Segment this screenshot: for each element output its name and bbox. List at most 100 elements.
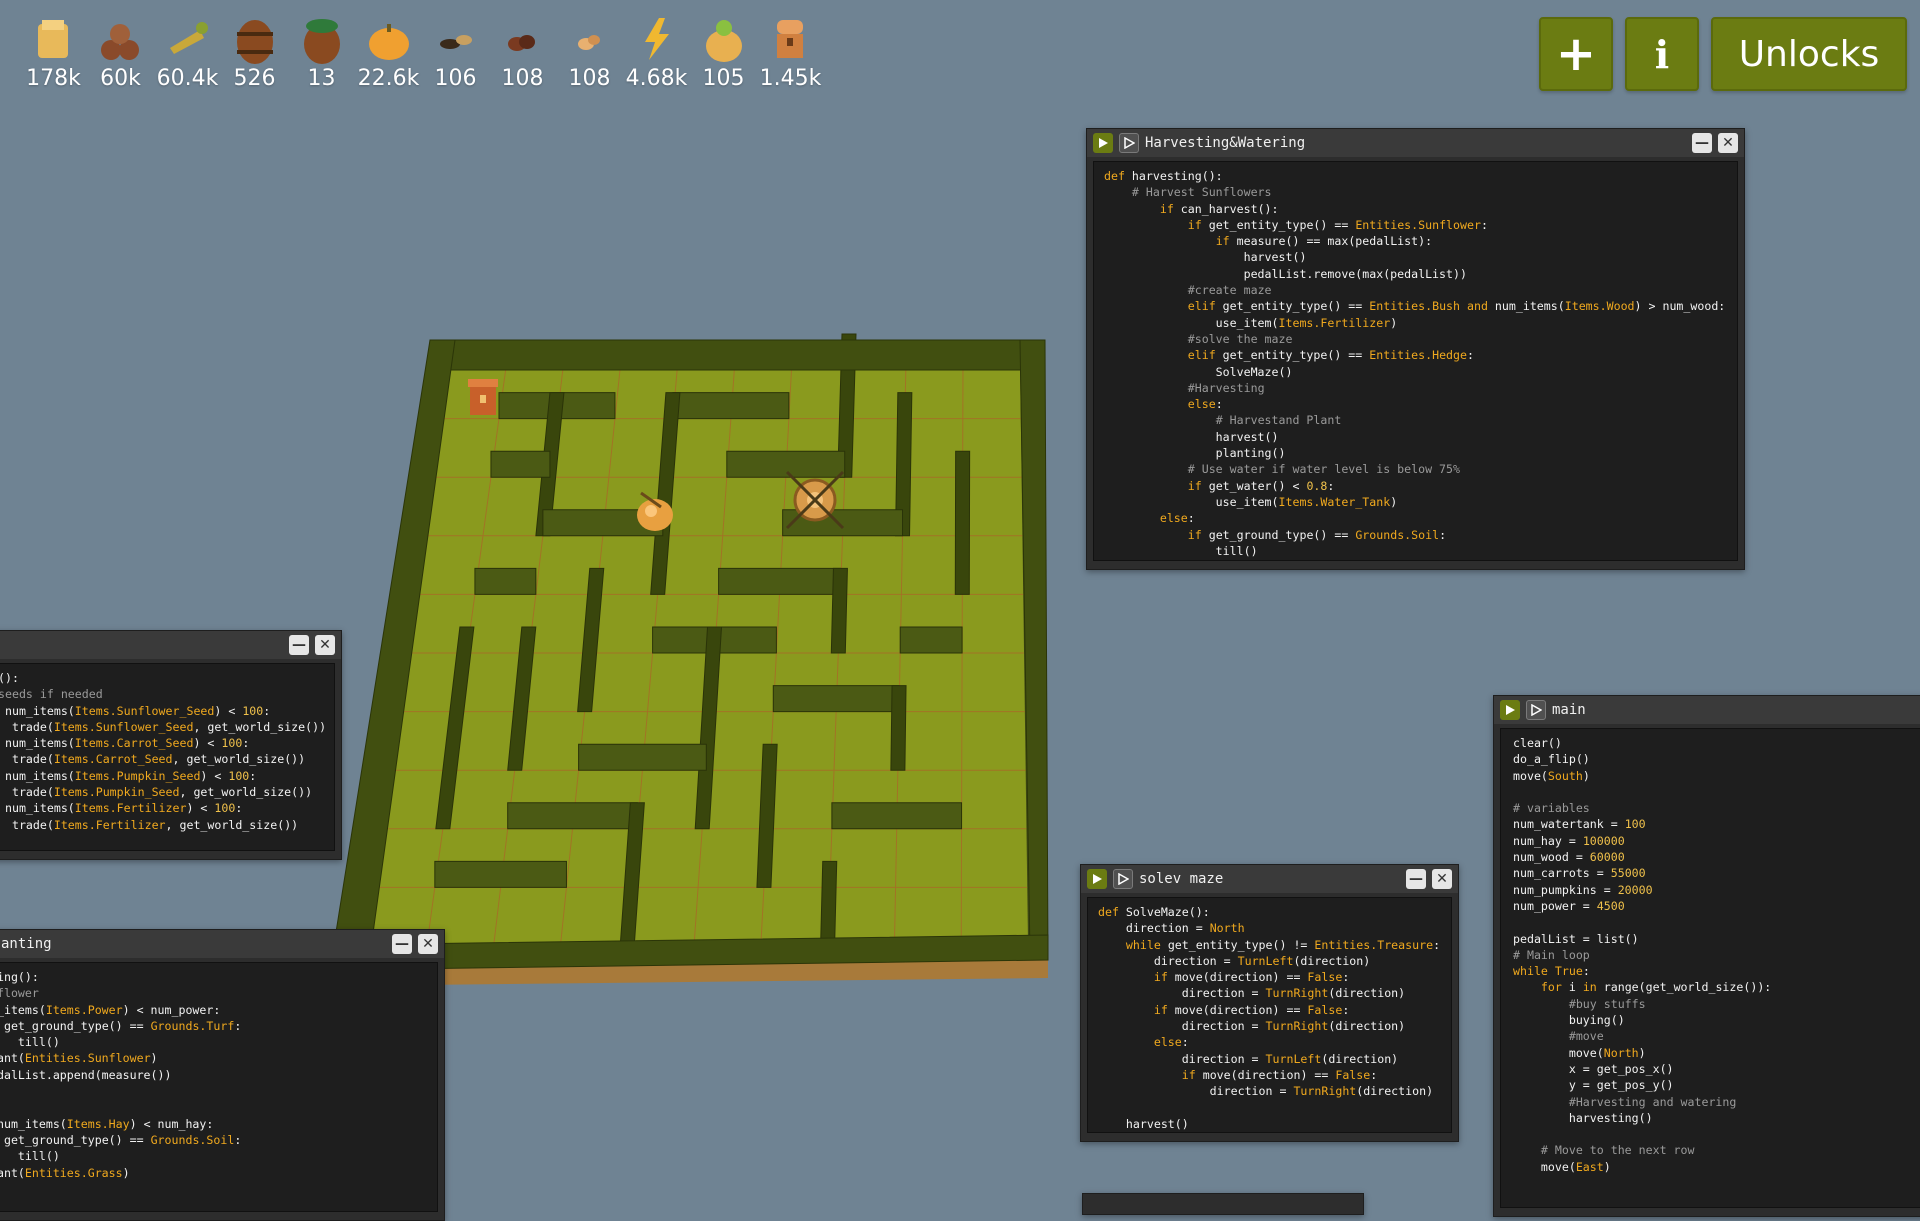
code-line[interactable]: if can_harvest(): bbox=[1104, 201, 1727, 217]
code-line[interactable]: else: bbox=[1098, 1034, 1441, 1050]
code-line[interactable]: while get_entity_type() != Entities.Trea… bbox=[1098, 937, 1441, 953]
code-line[interactable]: num_power = 4500 bbox=[1513, 898, 1917, 914]
code-line[interactable]: if get_ground_type() == Grounds.Soil: bbox=[1104, 527, 1727, 543]
code-window-planting[interactable]: anting — ✕ ting(): nflowerm_items(Items.P… bbox=[0, 929, 445, 1221]
code-window-harvesting[interactable]: Harvesting&Watering — ✕ def harvesting()… bbox=[1086, 128, 1745, 570]
window-titlebar[interactable]: — ✕ bbox=[0, 631, 341, 659]
code-window-collapsed[interactable] bbox=[1082, 1193, 1364, 1215]
code-editor[interactable]: def SolveMaze(): direction = North while… bbox=[1087, 897, 1452, 1133]
code-line[interactable]: if measure() == max(pedalList): bbox=[1104, 233, 1727, 249]
code-line[interactable]: ting(): bbox=[0, 969, 427, 985]
code-line[interactable]: else: bbox=[1104, 396, 1727, 412]
step-button[interactable] bbox=[1113, 869, 1133, 889]
code-window-main[interactable]: main clear() do_a_flip() move(South) # var… bbox=[1493, 695, 1920, 1217]
code-line[interactable]: for i in range(get_world_size()): bbox=[1513, 979, 1917, 995]
code-line[interactable]: move(East) bbox=[1513, 1159, 1917, 1175]
code-line[interactable]: elif get_entity_type() == Entities.Hedge… bbox=[1104, 347, 1727, 363]
code-line[interactable]: till() bbox=[0, 1148, 427, 1164]
code-line[interactable]: direction = North bbox=[1098, 920, 1441, 936]
code-editor[interactable]: ting():nflowerm_items(Items.Power) < num… bbox=[0, 962, 438, 1212]
code-line[interactable]: if get_entity_type() == Entities.Sunflow… bbox=[1104, 217, 1727, 233]
window-titlebar[interactable]: anting — ✕ bbox=[0, 930, 444, 958]
code-line[interactable]: f get_ground_type() == Grounds.Soil: bbox=[0, 1132, 427, 1148]
code-line[interactable]: clear() bbox=[1513, 735, 1917, 751]
code-line[interactable]: # Harvestand Plant bbox=[1104, 412, 1727, 428]
code-line[interactable]: num_items(Items.Hay) < num_hay: bbox=[0, 1116, 427, 1132]
code-line[interactable] bbox=[0, 1083, 427, 1099]
code-line[interactable]: seeds if needed bbox=[0, 686, 324, 702]
code-line[interactable]: else: bbox=[1104, 510, 1727, 526]
code-line[interactable]: #solve the maze bbox=[1104, 331, 1727, 347]
code-line[interactable]: use_item(Items.Water_Tank) bbox=[1104, 494, 1727, 510]
code-line[interactable]: trade(Items.Fertilizer, get_world_size()… bbox=[0, 817, 324, 833]
code-line[interactable]: move(North) bbox=[1513, 1045, 1917, 1061]
code-window-buying[interactable]: — ✕ (): seeds if needed num_items(Items.S… bbox=[0, 630, 342, 860]
code-line[interactable]: planting() bbox=[1104, 445, 1727, 461]
window-titlebar[interactable]: solev maze — ✕ bbox=[1081, 865, 1458, 893]
code-line[interactable]: harvest() bbox=[1104, 249, 1727, 265]
code-line[interactable]: def harvesting(): bbox=[1104, 168, 1727, 184]
code-line[interactable]: till() bbox=[1104, 543, 1727, 559]
code-line[interactable]: pedalList.remove(max(pedalList)) bbox=[1104, 266, 1727, 282]
code-line[interactable]: harvest() bbox=[1104, 429, 1727, 445]
code-line[interactable]: num_items(Items.Sunflower_Seed) < 100: bbox=[0, 703, 324, 719]
code-line[interactable]: if get_water() < 0.8: bbox=[1104, 478, 1727, 494]
code-line[interactable]: trade(Items.Sunflower_Seed, get_world_si… bbox=[0, 719, 326, 735]
code-line[interactable]: direction = TurnLeft(direction) bbox=[1098, 1051, 1441, 1067]
code-window-solve-maze[interactable]: solev maze — ✕ def SolveMaze(): directio… bbox=[1080, 864, 1459, 1142]
code-line[interactable]: #move bbox=[1513, 1028, 1917, 1044]
code-line[interactable]: SolveMaze() bbox=[1104, 364, 1727, 380]
code-line[interactable]: if move(direction) == False: bbox=[1098, 1067, 1441, 1083]
code-line[interactable]: nflower bbox=[0, 985, 427, 1001]
code-editor[interactable]: (): seeds if needed num_items(Items.Sunfl… bbox=[0, 663, 335, 851]
code-line[interactable]: pedalList = list() bbox=[1513, 931, 1917, 947]
code-line[interactable]: #create maze bbox=[1104, 282, 1727, 298]
step-button[interactable] bbox=[1119, 133, 1139, 153]
minimize-icon[interactable]: — bbox=[1692, 133, 1712, 153]
code-line[interactable] bbox=[1513, 1126, 1917, 1142]
close-icon[interactable]: ✕ bbox=[1432, 869, 1452, 889]
code-line[interactable]: #buy stuffs bbox=[1513, 996, 1917, 1012]
code-line[interactable]: trade(Items.Pumpkin_Seed, get_world_size… bbox=[0, 784, 324, 800]
code-line[interactable]: # Move to the next row bbox=[1513, 1142, 1917, 1158]
code-line[interactable]: buying() bbox=[1513, 1012, 1917, 1028]
minimize-icon[interactable]: — bbox=[392, 934, 412, 954]
run-button[interactable] bbox=[1093, 133, 1113, 153]
code-line[interactable]: num_items(Items.Pumpkin_Seed) < 100: bbox=[0, 768, 324, 784]
code-line[interactable]: lant(Entities.Sunflower) bbox=[0, 1050, 427, 1066]
code-line[interactable]: direction = TurnRight(direction) bbox=[1098, 1018, 1441, 1034]
code-line[interactable]: if move(direction) == False: bbox=[1098, 969, 1441, 985]
close-icon[interactable]: ✕ bbox=[315, 635, 335, 655]
code-line[interactable]: num_pumpkins = 20000 bbox=[1513, 882, 1917, 898]
code-line[interactable]: def SolveMaze(): bbox=[1098, 904, 1441, 920]
code-line[interactable] bbox=[1513, 914, 1917, 930]
run-button[interactable] bbox=[1087, 869, 1107, 889]
code-line[interactable]: move(South) bbox=[1513, 768, 1917, 784]
close-icon[interactable]: ✕ bbox=[1718, 133, 1738, 153]
code-line[interactable]: till() bbox=[0, 1034, 427, 1050]
unlocks-button[interactable]: Unlocks bbox=[1711, 17, 1907, 91]
code-line[interactable]: num_carrots = 55000 bbox=[1513, 865, 1917, 881]
run-button[interactable] bbox=[1500, 700, 1520, 720]
close-icon[interactable]: ✕ bbox=[418, 934, 438, 954]
code-line[interactable]: direction = TurnRight(direction) bbox=[1098, 985, 1441, 1001]
code-line[interactable]: num_hay = 100000 bbox=[1513, 833, 1917, 849]
add-window-button[interactable]: + bbox=[1539, 17, 1613, 91]
code-line[interactable]: f get_ground_type() == Grounds.Turf: bbox=[0, 1018, 427, 1034]
info-button[interactable]: i bbox=[1625, 17, 1699, 91]
minimize-icon[interactable]: — bbox=[289, 635, 309, 655]
code-line[interactable]: # Use water if water level is below 75% bbox=[1104, 461, 1727, 477]
code-line[interactable]: num_items(Items.Carrot_Seed) < 100: bbox=[0, 735, 324, 751]
code-line[interactable]: num_watertank = 100 bbox=[1513, 816, 1917, 832]
code-line[interactable]: if move(direction) == False: bbox=[1098, 1002, 1441, 1018]
code-line[interactable]: #Harvesting and watering bbox=[1513, 1094, 1917, 1110]
code-line[interactable]: # Harvest Sunflowers bbox=[1104, 184, 1727, 200]
window-titlebar[interactable]: main bbox=[1494, 696, 1920, 724]
code-line[interactable]: y = get_pos_y() bbox=[1513, 1077, 1917, 1093]
minimize-icon[interactable]: — bbox=[1406, 869, 1426, 889]
code-line[interactable]: m_items(Items.Power) < num_power: bbox=[0, 1002, 427, 1018]
code-line[interactable]: harvesting() bbox=[1513, 1110, 1917, 1126]
window-titlebar[interactable]: Harvesting&Watering — ✕ bbox=[1087, 129, 1744, 157]
code-line[interactable]: #Harvesting bbox=[1104, 380, 1727, 396]
code-line[interactable]: trade(Items.Carrot_Seed, get_world_size(… bbox=[0, 751, 324, 767]
